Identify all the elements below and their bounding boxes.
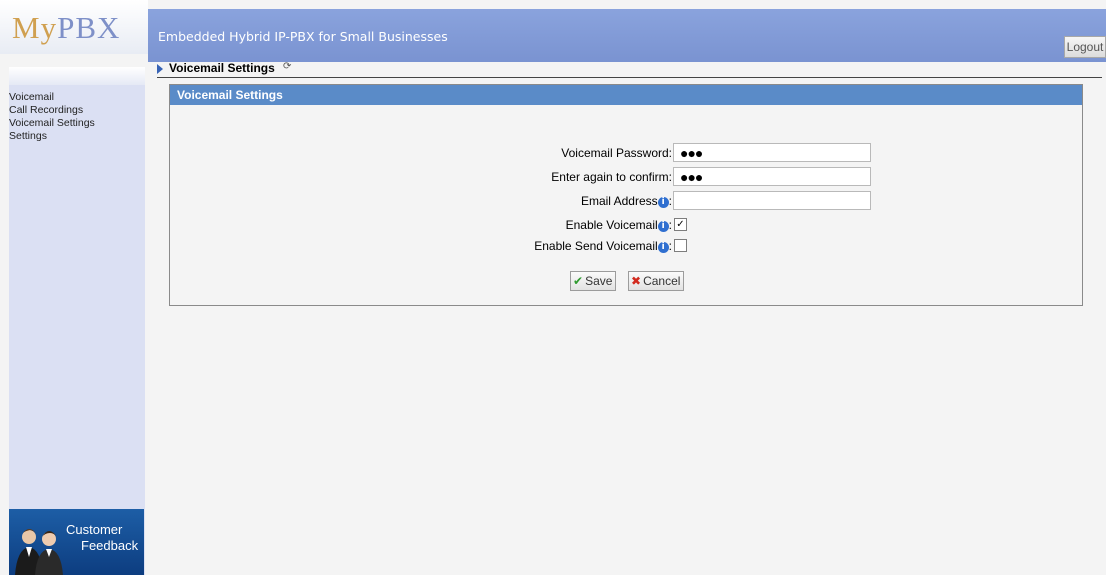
feedback-line1: Customer [66,522,123,537]
enable-send-voicemail-label-wrap: Enable Send Voicemail i: [534,239,672,253]
breadcrumb-title: Voicemail Settings [169,61,275,75]
confirm-row: Enter again to confirm: ●●● [170,167,1082,187]
email-row: Email Address i: [170,191,1082,211]
email-label-wrap: Email Address i: [580,194,672,208]
password-mask: ●●● [680,145,703,161]
sidebar-item-voicemail[interactable]: Voicemail [9,91,145,104]
confirm-password-input[interactable]: ●●● [673,167,871,186]
feedback-line2: Feedback [81,538,139,553]
cancel-button[interactable]: ✖ Cancel [628,271,685,291]
refresh-icon[interactable]: ⟳ [283,61,291,72]
info-icon[interactable]: i [657,242,669,253]
info-icon[interactable]: i [657,197,669,208]
cancel-label: Cancel [643,274,681,288]
sidebar-header [9,67,145,85]
mypbx-logo: MyPBX [12,10,121,45]
sidebar-item-settings[interactable]: Settings [9,130,145,143]
enable-voicemail-label: Enable Voicemail [565,218,658,232]
save-label: Save [585,274,613,288]
password-label: Voicemail Password: [561,146,672,160]
triangle-right-icon [157,64,163,74]
confirm-mask: ●●● [680,169,703,185]
sidebar-item-voicemail-settings[interactable]: Voicemail Settings [9,117,145,130]
checkmark-icon: ✔ [573,274,584,288]
sidebar-menu: Voicemail Call Recordings Voicemail Sett… [9,85,145,143]
customer-feedback-banner[interactable]: Customer Feedback [9,509,144,575]
logout-button[interactable]: Logout [1064,36,1106,58]
email-label: Email Address [580,194,658,208]
breadcrumb: Voicemail Settings ⟳ [157,60,1102,78]
enable-send-voicemail-label: Enable Send Voicemail [534,239,658,253]
enable-voicemail-row: Enable Voicemail i: ✓ [170,215,1082,235]
password-row: Voicemail Password: ●●● [170,143,1082,163]
info-icon[interactable]: i [657,221,669,232]
sidebar-item-call-recordings[interactable]: Call Recordings [9,104,145,117]
enable-voicemail-checkbox[interactable]: ✓ [674,218,687,231]
enable-voicemail-label-wrap: Enable Voicemail i: [565,218,672,232]
people-icon [15,529,63,575]
sidebar: Voicemail Call Recordings Voicemail Sett… [9,67,145,575]
x-icon: ✖ [631,274,642,288]
save-button[interactable]: ✔ Save [570,271,617,291]
logo-area: MyPBX [0,0,148,54]
confirm-label: Enter again to confirm: [551,170,672,184]
enable-send-voicemail-row: Enable Send Voicemail i: [170,236,1082,256]
header-tagline: Embedded Hybrid IP-PBX for Small Busines… [158,29,448,44]
password-input[interactable]: ●●● [673,143,871,162]
voicemail-settings-panel: Voicemail Settings Voicemail Password: ●… [169,84,1083,306]
enable-send-voicemail-checkbox[interactable] [674,239,687,252]
email-input[interactable] [673,191,871,210]
header-bar: Embedded Hybrid IP-PBX for Small Busines… [148,9,1106,62]
panel-title: Voicemail Settings [170,85,1082,105]
